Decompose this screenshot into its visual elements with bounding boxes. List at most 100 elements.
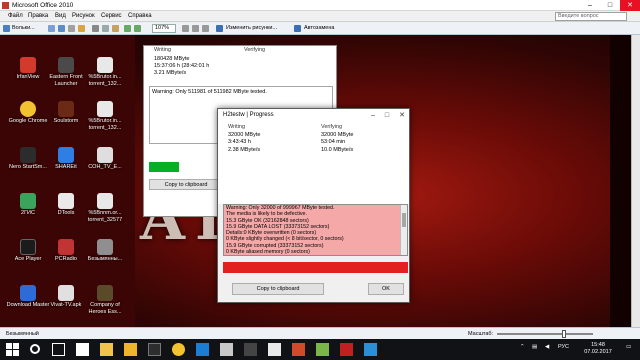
paste-icon[interactable] xyxy=(112,25,119,32)
menu-edit[interactable]: Правка xyxy=(28,13,48,19)
autocorrect-icon[interactable] xyxy=(294,25,301,32)
close-button[interactable]: ✕ xyxy=(620,0,640,11)
app-taskbar-icon[interactable] xyxy=(244,343,257,356)
menu-view[interactable]: Вид xyxy=(55,13,66,19)
copy-to-clipboard-button[interactable]: Copy to clipboard xyxy=(149,179,223,190)
desktop-icon-coh-tv[interactable]: COH_TV_E... xyxy=(83,147,127,171)
app-taskbar-icon[interactable] xyxy=(316,343,329,356)
progress-bar xyxy=(149,162,179,172)
search-icon[interactable] xyxy=(30,344,40,354)
desktop-icon-torrent-1[interactable]: %5Brutor.in... torrent_132... xyxy=(83,57,127,87)
result-log[interactable]: Warning: Only 32000 of 999967 MByte test… xyxy=(223,204,408,256)
store-icon[interactable] xyxy=(124,343,137,356)
verify-time: 53:04 min xyxy=(321,139,346,146)
autocorrect-button[interactable]: Автозамена xyxy=(304,24,334,33)
game-launcher-icon xyxy=(58,57,74,73)
desktop-icon-coh[interactable]: Company of Heroes Ess... xyxy=(83,285,127,315)
clock-date: 07.02.2017 xyxy=(584,349,612,355)
warning-text: Warning: Only 511981 of 511982 MByte tes… xyxy=(152,89,267,95)
desktop-icon-shareit[interactable]: SHAREit xyxy=(44,147,88,171)
desktop-icon-label: PCRadio xyxy=(54,256,77,262)
resize-pictures-button[interactable]: Изменить рисунки... xyxy=(226,24,277,33)
dtools-icon xyxy=(58,193,74,209)
app-taskbar-icon[interactable] xyxy=(196,343,209,356)
menu-picture[interactable]: Рисунок xyxy=(72,13,95,19)
ok-button[interactable]: OK xyxy=(368,283,404,295)
desktop-icon-label: Company of Heroes Ess... xyxy=(88,302,122,315)
fit-icon[interactable] xyxy=(182,25,189,32)
desktop-icon-eastern-front[interactable]: Eastern Front Launcher xyxy=(44,57,88,87)
network-icon[interactable]: ▤ xyxy=(532,344,537,350)
ace-player-icon xyxy=(20,239,36,255)
pcradio-icon xyxy=(58,239,74,255)
app-taskbar-icon[interactable] xyxy=(364,343,377,356)
save-icon[interactable] xyxy=(58,25,65,32)
writing-header: Writing xyxy=(154,47,172,53)
help-search-input[interactable]: Введите вопрос xyxy=(555,12,627,21)
dialog-minimize-button[interactable]: – xyxy=(366,110,380,121)
taskbar-clock[interactable]: 15:48 07.02.2017 xyxy=(578,342,618,356)
desktop-icon-label: %5Brutor.in... torrent_132... xyxy=(88,118,122,131)
window-title: Microsoft Office 2010 xyxy=(12,2,74,9)
zoom-out-icon[interactable] xyxy=(202,25,209,32)
irfanview-icon xyxy=(20,57,36,73)
menu-tools[interactable]: Сервис xyxy=(101,13,122,19)
send-icon[interactable] xyxy=(78,25,85,32)
desktop-icon-label: %5Brutor.in... torrent_132... xyxy=(88,74,122,87)
nero-icon xyxy=(20,147,36,163)
clock-time: 15:48 xyxy=(591,342,605,348)
minimize-button[interactable]: – xyxy=(580,0,600,11)
desktop-icon-torrent-2[interactable]: %5Brutor.in... torrent_132... xyxy=(83,101,127,131)
notifications-icon[interactable]: ▭ xyxy=(626,344,631,350)
copy-icon[interactable] xyxy=(102,25,109,32)
copy-to-clipboard-button[interactable]: Copy to clipboard xyxy=(232,283,324,295)
log-scrollbar-thumb[interactable] xyxy=(402,213,406,227)
menu-file[interactable]: Файл xyxy=(8,13,23,19)
cut-icon[interactable] xyxy=(92,25,99,32)
tray-chevron-icon[interactable]: ⌃ xyxy=(520,344,525,350)
desktop-icon-dtools[interactable]: DTools xyxy=(44,193,88,217)
desktop-icon-pcradio[interactable]: PCRadio xyxy=(44,239,88,263)
maximize-button[interactable]: □ xyxy=(600,0,620,11)
desktop-icon-label: Soulstorm xyxy=(53,118,79,124)
app-taskbar-icon[interactable] xyxy=(340,343,353,356)
task-view-icon[interactable] xyxy=(52,343,65,356)
zoom-slider[interactable] xyxy=(497,330,593,338)
dialog-close-button[interactable]: ✕ xyxy=(395,110,409,121)
media-player-icon[interactable] xyxy=(148,343,161,356)
verifying-column: Verifying 32000 MByte 53:04 min 10.0 MBy… xyxy=(321,124,353,154)
office-taskbar-icon[interactable] xyxy=(292,343,305,356)
print-icon[interactable] xyxy=(68,25,75,32)
rotate-left-icon[interactable] xyxy=(124,25,131,32)
desktop-icon-label: %5Bnnm.or... torrent_32577 xyxy=(87,210,123,223)
zoom-in-icon[interactable] xyxy=(192,25,199,32)
edge-icon[interactable] xyxy=(76,343,89,356)
chrome-icon xyxy=(20,101,36,117)
menu-help[interactable]: Справка xyxy=(128,13,152,19)
resize-icon[interactable] xyxy=(216,25,223,32)
torrent-file-icon xyxy=(97,57,113,73)
input-language[interactable]: РУС xyxy=(558,344,569,350)
zoom-slider-knob[interactable] xyxy=(562,330,566,338)
reload-button[interactable]: Вольки... xyxy=(12,24,35,33)
app-taskbar-icon[interactable] xyxy=(268,343,281,356)
canvas-vertical-scrollbar[interactable] xyxy=(631,35,640,327)
desktop-icon-torrent-3[interactable]: %5Bnnm.or... torrent_32577 xyxy=(83,193,127,223)
rotate-right-icon[interactable] xyxy=(134,25,141,32)
file-icon xyxy=(97,147,113,163)
desktop-icon-vivat-apk[interactable]: Vivat-TV.apk xyxy=(44,285,88,309)
app-taskbar-icon[interactable] xyxy=(220,343,233,356)
start-windows-icon[interactable] xyxy=(6,343,19,356)
desktop-icon-soulstorm[interactable]: Soulstorm xyxy=(44,101,88,125)
desktop-icon-image-file[interactable]: Безымянны... xyxy=(83,239,127,263)
chrome-taskbar-icon[interactable] xyxy=(172,343,185,356)
open-icon[interactable] xyxy=(48,25,55,32)
zoom-select[interactable]: 107% xyxy=(152,24,176,33)
back-arrow-icon[interactable] xyxy=(3,25,10,32)
log-scrollbar[interactable] xyxy=(400,205,407,255)
file-explorer-icon[interactable] xyxy=(100,343,113,356)
dialog-maximize-button[interactable]: □ xyxy=(380,110,394,121)
volume-icon[interactable]: ◀ xyxy=(545,344,549,350)
verifying-header: Verifying xyxy=(244,47,266,53)
soulstorm-icon xyxy=(58,101,74,117)
